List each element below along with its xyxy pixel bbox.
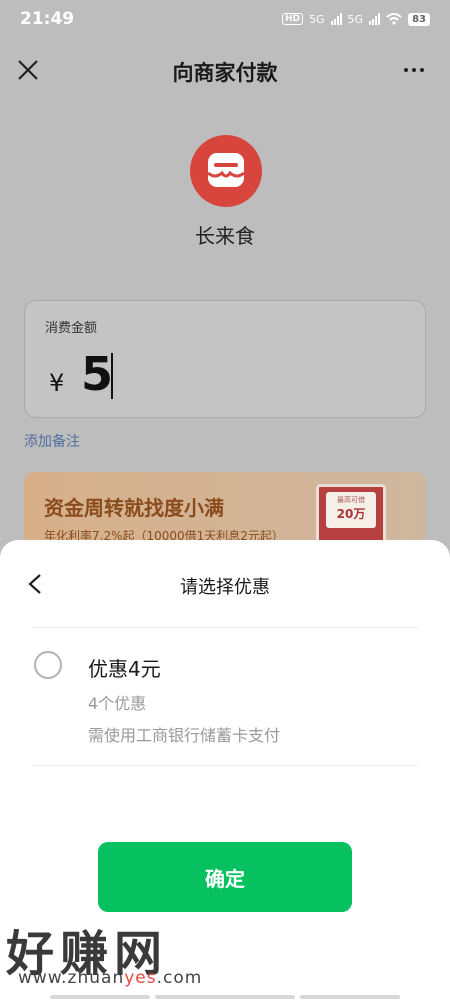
page-title: 向商家付款 [172,61,278,85]
confirm-button[interactable]: 确定 [98,842,352,912]
divider [32,627,418,628]
loan-card-amount: 20万 [336,507,366,521]
status-bar: 21:49 HD 5G 5G 83 [0,0,450,38]
watermark-url-highlight: yes [124,968,157,988]
nav-bar: 向商家付款 [0,38,450,106]
battery-icon: 83 [408,12,430,26]
watermark-url: www.zhuanyes.com [18,968,202,988]
amount-label: 消费金额 [45,321,98,336]
status-time: 21:49 [20,9,75,29]
sim2-label: 5G [347,12,364,26]
shop-icon [207,153,245,187]
promo-title: 资金周转就找度小满 [44,496,224,520]
loan-card-top: 最高可借 [337,496,365,504]
status-icons: HD 5G 5G 83 [282,12,430,26]
watermark-url-suffix: .com [156,968,203,988]
signal-icon [330,13,342,25]
add-note-link[interactable]: 添加备注 [24,431,80,451]
coupon-sheet: 请选择优惠 优惠4元 4个优惠 需使用工商银行储蓄卡支付 确定 好赚网 www.… [0,540,450,1000]
coupon-count: 4个优惠 [88,694,147,713]
more-icon[interactable] [404,68,424,72]
wifi-icon [386,13,402,25]
coupon-title[interactable]: 优惠4元 [88,653,161,682]
home-bar [155,995,295,999]
signal-icon-2 [369,13,381,25]
sheet-title: 请选择优惠 [180,577,270,598]
home-bar [300,995,400,999]
amount-input[interactable]: 5 [81,347,113,401]
merchant-logo [190,135,262,207]
merchant-name: 长来食 [195,224,255,248]
watermark-url-prefix: www.zhuan [18,968,125,988]
coupon-condition: 需使用工商银行储蓄卡支付 [88,726,281,745]
close-icon[interactable] [16,58,40,82]
amount-card[interactable]: 消费金额 ¥ 5 [24,300,426,418]
home-bar [50,995,150,999]
sim1-label: 5G [309,12,325,26]
text-cursor [111,353,113,399]
divider [32,765,418,766]
coupon-radio[interactable] [34,651,62,679]
hd-badge: HD [282,13,304,25]
loan-card: 最高可借 20万 [326,492,376,528]
currency-symbol: ¥ [49,369,65,397]
